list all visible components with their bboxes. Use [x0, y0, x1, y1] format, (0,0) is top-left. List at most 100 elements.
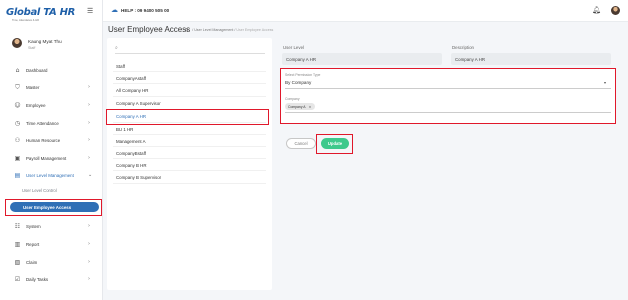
description-label: Description: [452, 45, 474, 50]
description-field: Company A HR: [451, 53, 611, 65]
select-underline: [285, 88, 611, 89]
list-divider: [113, 96, 266, 97]
menu-toggle-icon[interactable]: ☰: [87, 7, 93, 15]
chevron-right-icon: ›: [88, 223, 90, 229]
chevron-right-icon: ›: [88, 102, 90, 108]
user-name: Kaung Myat Thu: [28, 39, 62, 44]
user-role: Staff: [28, 46, 36, 50]
list-divider: [113, 146, 266, 147]
chevron-right-icon: ›: [88, 241, 90, 247]
report-icon: ▥: [14, 241, 21, 248]
bell-icon[interactable]: 🔔︎: [592, 6, 601, 14]
list-item[interactable]: All Company HR: [116, 88, 148, 93]
avatar: [12, 38, 22, 48]
people-icon: ☺: [14, 102, 21, 109]
sidebar-item-label: Daily Tasks: [26, 277, 49, 282]
chevron-right-icon: ›: [88, 137, 90, 143]
sidebar-item-label: Employee: [26, 103, 46, 108]
dropdown-arrow-icon: ▾: [604, 80, 607, 85]
sidebar-item-claim[interactable]: ▧ Claim ›: [0, 257, 103, 269]
help-line: ☁ HELP : 09 9400 505 00: [111, 6, 169, 14]
chevron-right-icon: ›: [88, 259, 90, 265]
sidebar-item-label: Report: [26, 242, 40, 247]
page-title: User Employee Access: [108, 25, 191, 34]
sidebar-item-human-resource[interactable]: ⚇ Human Resource ›: [0, 135, 103, 147]
home-icon[interactable]: ⌂: [185, 27, 188, 33]
sidebar-item-employee[interactable]: ☺ Employee ›: [0, 100, 103, 112]
list-divider: [113, 158, 266, 159]
list-item[interactable]: Staff: [116, 64, 125, 69]
users-icon: ⚇: [14, 137, 21, 144]
logo-text: Global TA HR: [6, 7, 76, 18]
home-icon: ⌂: [15, 67, 20, 74]
search-input[interactable]: ⌕: [115, 45, 265, 54]
highlight-box-sidebar: [5, 199, 102, 216]
chevron-down-icon: ⌄: [88, 172, 93, 178]
sidebar-item-user-level-management[interactable]: ▤ User Level Management ⌄: [0, 170, 103, 182]
permission-type-value: By Company: [285, 80, 312, 85]
sidebar-item-system[interactable]: ☷ System ›: [0, 221, 103, 233]
user-level-list: ⌕ Staff CompanyAstaff All Company HR Com…: [107, 38, 272, 290]
company-chip-label: Company A: [288, 104, 306, 109]
top-bar: ☁ HELP : 09 9400 505 00 🔔︎: [103, 0, 628, 22]
list-divider: [113, 71, 266, 72]
list-divider: [113, 83, 266, 84]
chevron-right-icon: ›: [88, 120, 90, 126]
list-divider: [113, 183, 266, 184]
cloud-icon: ☁: [111, 6, 118, 14]
sidebar-item-label: User Level Management: [26, 173, 74, 178]
sidebar-item-report[interactable]: ▥ Report ›: [0, 239, 103, 251]
list-icon: ☷: [14, 223, 21, 230]
user-level-label: User Level: [283, 45, 304, 50]
sidebar: Global TA HR Time, Attendance & HR ☰ Kau…: [0, 0, 103, 300]
claim-icon: ▧: [14, 259, 21, 266]
list-item[interactable]: Company B Supervisor: [116, 175, 161, 180]
chevron-right-icon: ›: [88, 84, 90, 90]
sidebar-item-time-attendance[interactable]: ◷ Time Attendance ›: [0, 118, 103, 130]
permission-type-label: Select Permission Type: [285, 73, 321, 77]
list-item[interactable]: CompanyAstaff: [116, 76, 146, 81]
sidebar-item-label: Dashboard: [26, 68, 48, 73]
chevron-right-icon: ›: [88, 276, 90, 282]
list-divider: [113, 134, 266, 135]
multiselect-underline: [285, 112, 611, 113]
sidebar-item-label: Time Attendance: [26, 121, 59, 126]
list-divider: [113, 170, 266, 171]
list-item[interactable]: Company A Supervisor: [116, 101, 161, 106]
permission-settings-box: Select Permission Type By Company ▾ Comp…: [280, 68, 616, 124]
breadcrumb-current: User Employee Access: [236, 28, 274, 32]
list-item[interactable]: CompanyBstaff: [116, 151, 146, 156]
brand-logo[interactable]: Global TA HR Time, Attendance & HR: [6, 6, 86, 24]
highlight-box-list-item: [106, 109, 269, 125]
sidebar-item-label: Human Resource: [26, 138, 61, 143]
sidebar-item-daily-tasks[interactable]: ☑ Daily Tasks ›: [0, 274, 103, 286]
breadcrumb-item[interactable]: User Level Management: [194, 28, 233, 32]
company-label: Company: [285, 97, 300, 101]
help-text: HELP : 09 9400 505 00: [121, 8, 170, 13]
sidebar-item-label: Master: [26, 85, 40, 90]
money-icon: ▣: [14, 155, 21, 162]
sidebar-subitem-user-level-control[interactable]: User Level Control: [22, 188, 57, 193]
user-level-icon: ▤: [14, 172, 21, 179]
chip-remove-icon[interactable]: ×: [309, 105, 312, 109]
search-icon: ⌕: [115, 45, 118, 51]
user-level-field: Company A HR: [282, 53, 442, 65]
sidebar-item-payroll-management[interactable]: ▣ Payroll Management ›: [0, 153, 103, 165]
highlight-box-update: [316, 134, 353, 154]
list-item[interactable]: BU 1 HR: [116, 127, 133, 132]
list-item[interactable]: Company B HR: [116, 163, 147, 168]
chevron-right-icon: ›: [88, 155, 90, 161]
sidebar-item-label: System: [26, 224, 41, 229]
sidebar-item-dashboard[interactable]: ⌂ Dashboard: [0, 65, 103, 77]
list-item[interactable]: Management A: [116, 139, 146, 144]
logo-subtitle: Time, Attendance & HR: [12, 19, 40, 22]
sidebar-item-master[interactable]: ⛉ Master ›: [0, 82, 103, 94]
shield-icon: ⛉: [15, 84, 20, 91]
clock-icon: ◷: [14, 120, 21, 127]
task-icon: ☑: [14, 276, 21, 283]
cancel-button[interactable]: Cancel: [286, 138, 316, 149]
company-chip[interactable]: Company A ×: [285, 103, 315, 110]
breadcrumb: ⌂ / User Level Management / User Employe…: [185, 27, 273, 33]
top-avatar[interactable]: [611, 6, 620, 15]
sidebar-item-label: Payroll Management: [26, 156, 67, 161]
